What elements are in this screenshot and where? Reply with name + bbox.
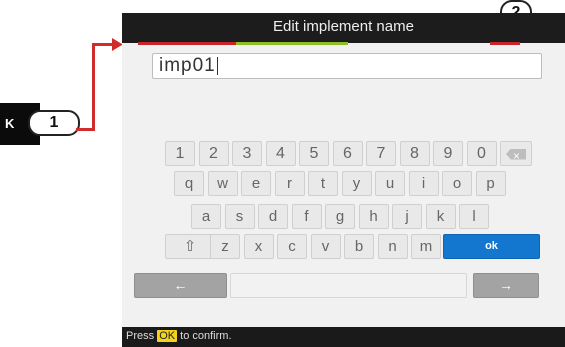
- key-2[interactable]: 2: [198, 141, 229, 166]
- key-n[interactable]: n: [377, 234, 408, 259]
- wire-1-top: [92, 43, 114, 46]
- title-accent-green: [236, 42, 348, 45]
- key-3[interactable]: 3: [232, 141, 262, 166]
- backspace-key[interactable]: [500, 141, 532, 166]
- key-x[interactable]: x: [243, 234, 274, 259]
- escape-key-label: K: [5, 116, 15, 131]
- backspace-icon: [506, 148, 526, 160]
- key-w[interactable]: w: [207, 171, 238, 196]
- key-i[interactable]: i: [408, 171, 439, 196]
- hint-prefix: Press: [126, 330, 155, 342]
- title-accent-red-right: [490, 42, 520, 45]
- key-u[interactable]: u: [375, 171, 405, 196]
- cursor-right-key[interactable]: →: [473, 273, 539, 298]
- key-8[interactable]: 8: [399, 141, 430, 166]
- key-d[interactable]: d: [258, 204, 288, 229]
- key-j[interactable]: j: [392, 204, 422, 229]
- title-accent-red: [138, 42, 236, 45]
- key-6[interactable]: 6: [332, 141, 363, 166]
- key-k[interactable]: k: [425, 204, 456, 229]
- implement-name-value: imp01: [159, 55, 218, 77]
- key-f[interactable]: f: [291, 204, 322, 229]
- confirm-hint: Press OK to confirm.: [126, 330, 232, 342]
- key-o[interactable]: o: [442, 171, 472, 196]
- screen-title: Edit implement name: [273, 18, 414, 35]
- key-4[interactable]: 4: [265, 141, 296, 166]
- title-bar: Edit implement name: [122, 13, 565, 43]
- key-m[interactable]: m: [411, 234, 441, 259]
- key-7[interactable]: 7: [366, 141, 396, 166]
- status-bar: Press OK to confirm.: [122, 327, 565, 347]
- key-r[interactable]: r: [274, 171, 305, 196]
- key-l[interactable]: l: [459, 204, 489, 229]
- key-0[interactable]: 0: [466, 141, 497, 166]
- space-key[interactable]: [230, 273, 467, 298]
- key-y[interactable]: y: [341, 171, 372, 196]
- callout-1: 1: [28, 110, 80, 136]
- ok-key[interactable]: ok: [443, 234, 540, 259]
- key-h[interactable]: h: [358, 204, 389, 229]
- callout-1-label: 1: [49, 114, 59, 131]
- device-screen: Edit implement name imp01 1234567890 qwer…: [122, 13, 565, 347]
- key-b[interactable]: b: [344, 234, 374, 259]
- key-z[interactable]: z: [210, 234, 240, 259]
- shift-key[interactable]: ⇧: [165, 234, 215, 259]
- key-p[interactable]: p: [475, 171, 506, 196]
- key-c[interactable]: c: [277, 234, 307, 259]
- wire-1-vertical: [92, 43, 95, 131]
- ok-badge: OK: [157, 330, 178, 342]
- key-t[interactable]: t: [308, 171, 338, 196]
- key-g[interactable]: g: [325, 204, 355, 229]
- key-a[interactable]: a: [191, 204, 221, 229]
- implement-name-text: imp01: [159, 55, 216, 76]
- key-e[interactable]: e: [241, 171, 271, 196]
- key-q[interactable]: q: [174, 171, 204, 196]
- key-v[interactable]: v: [310, 234, 341, 259]
- key-1[interactable]: 1: [165, 141, 195, 166]
- hint-suffix: to confirm.: [180, 330, 232, 342]
- key-s[interactable]: s: [224, 204, 255, 229]
- text-caret: [216, 56, 218, 75]
- implement-name-input[interactable]: imp01: [152, 53, 542, 79]
- key-5[interactable]: 5: [299, 141, 329, 166]
- key-9[interactable]: 9: [433, 141, 463, 166]
- cursor-left-key[interactable]: ←: [134, 273, 227, 298]
